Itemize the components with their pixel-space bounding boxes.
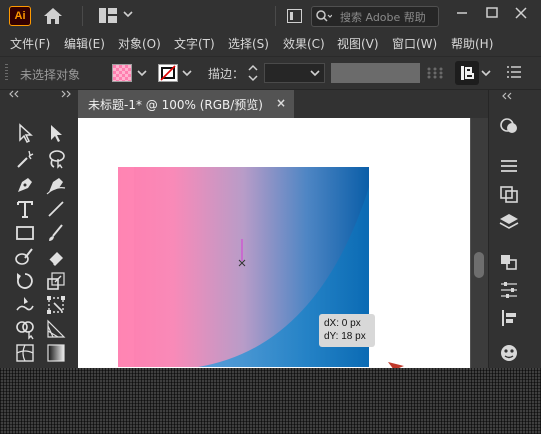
divider (275, 6, 276, 26)
direct-selection-tool-icon[interactable] (45, 122, 67, 144)
menu-select[interactable]: 选择(S) (228, 35, 269, 52)
shape-builder-tool-icon[interactable] (14, 318, 36, 340)
type-tool-icon[interactable] (14, 198, 36, 220)
stroke-stepper[interactable] (246, 62, 260, 84)
panel-grip[interactable] (5, 64, 8, 82)
lasso-tool-icon[interactable] (45, 148, 67, 170)
warp-tool-icon[interactable] (14, 294, 36, 316)
chevron-down-icon[interactable] (310, 68, 320, 78)
close-tab-icon[interactable]: × (276, 96, 286, 110)
menu-help[interactable]: 帮助(H) (451, 35, 493, 52)
mesh-tool-icon[interactable] (14, 342, 36, 364)
align-button[interactable] (455, 61, 479, 85)
rotate-tool-icon[interactable] (14, 270, 36, 292)
distribute-panel-icon[interactable] (498, 308, 520, 328)
menu-object[interactable]: 对象(O) (118, 35, 161, 52)
layers-panel-icon[interactable] (498, 212, 520, 232)
stroke-label: 描边： (208, 67, 245, 81)
title-bar: Ai 搜索 Adobe 帮助 (0, 0, 541, 32)
chevron-down-icon[interactable] (123, 9, 133, 19)
search-input[interactable]: 搜索 Adobe 帮助 (311, 6, 439, 27)
pathfinder-panel-icon[interactable] (498, 252, 520, 272)
menu-effect[interactable]: 效果(C) (283, 35, 325, 52)
rectangle-tool-icon[interactable] (14, 222, 36, 244)
measurement-tooltip: dX: 0 px dY: 18 px (319, 314, 375, 347)
menu-type[interactable]: 文字(T) (174, 35, 215, 52)
tooltip-dy: dY: 18 px (324, 331, 366, 342)
menu-list-icon[interactable] (507, 66, 521, 78)
magic-wand-tool-icon[interactable] (14, 148, 36, 170)
transform-panel-icon[interactable] (498, 184, 520, 204)
menu-bar: 文件(F) 编辑(E) 对象(O) 文字(T) 选择(S) 效果(C) 视图(V… (0, 32, 541, 54)
libraries-panel-icon[interactable] (498, 342, 520, 362)
chevron-down-icon[interactable] (481, 68, 491, 78)
curvature-tool-icon[interactable] (45, 174, 67, 196)
none-stroke-icon (160, 65, 176, 81)
workspace-icon[interactable] (99, 8, 117, 23)
menu-view[interactable]: 视图(V) (337, 35, 379, 52)
eraser-tool-icon[interactable] (45, 246, 67, 268)
screen-noise-strip (0, 368, 541, 434)
blob-brush-tool-icon[interactable] (14, 246, 36, 268)
scale-tool-icon[interactable] (45, 270, 67, 292)
close-icon[interactable] (510, 4, 532, 22)
search-icon (316, 10, 332, 22)
line-tool-icon[interactable] (45, 198, 67, 220)
chevron-down-icon[interactable] (182, 68, 192, 78)
stroke-swatch[interactable] (158, 64, 178, 82)
scrollbar-thumb[interactable] (474, 252, 484, 278)
search-placeholder: 搜索 Adobe 帮助 (340, 11, 426, 24)
menu-edit[interactable]: 编辑(E) (64, 35, 105, 52)
collapse-left-icon[interactable] (8, 90, 20, 98)
fill-swatch[interactable] (112, 64, 132, 82)
document-tab-title: 未标题-1* @ 100% (RGB/预览) (88, 98, 263, 112)
menu-window[interactable]: 窗口(W) (392, 35, 437, 52)
free-transform-tool-icon[interactable] (45, 294, 67, 316)
recolor-grid-icon (427, 67, 443, 79)
paintbrush-tool-icon[interactable] (45, 222, 67, 244)
chevron-down-icon[interactable] (137, 68, 147, 78)
arrange-documents-icon[interactable] (287, 9, 302, 23)
minimize-icon[interactable] (451, 4, 473, 22)
perspective-grid-tool-icon[interactable] (45, 318, 67, 340)
document-tab-bar: 未标题-1* @ 100% (RGB/预览) × (78, 90, 490, 118)
maximize-icon[interactable] (481, 4, 503, 22)
align-panel-icon[interactable] (498, 280, 520, 300)
home-icon[interactable] (43, 7, 63, 25)
selection-tool-icon[interactable] (14, 122, 36, 144)
appearance-panel-icon[interactable] (498, 116, 520, 136)
menu-file[interactable]: 文件(F) (10, 35, 50, 52)
document-tab[interactable]: 未标题-1* @ 100% (RGB/预览) × (78, 90, 294, 118)
pen-tool-icon[interactable] (14, 174, 36, 196)
gradient-tool-icon[interactable] (45, 342, 67, 364)
selection-status: 未选择对象 (20, 68, 81, 82)
collapse-right-icon[interactable] (501, 92, 515, 100)
properties-panel-icon[interactable] (498, 156, 520, 176)
divider (82, 6, 83, 26)
collapse-left-icon[interactable] (60, 90, 72, 98)
tooltip-dx: dX: 0 px (324, 318, 361, 329)
style-field[interactable] (331, 63, 420, 83)
app-logo: Ai (9, 6, 31, 26)
align-icon (461, 66, 474, 80)
